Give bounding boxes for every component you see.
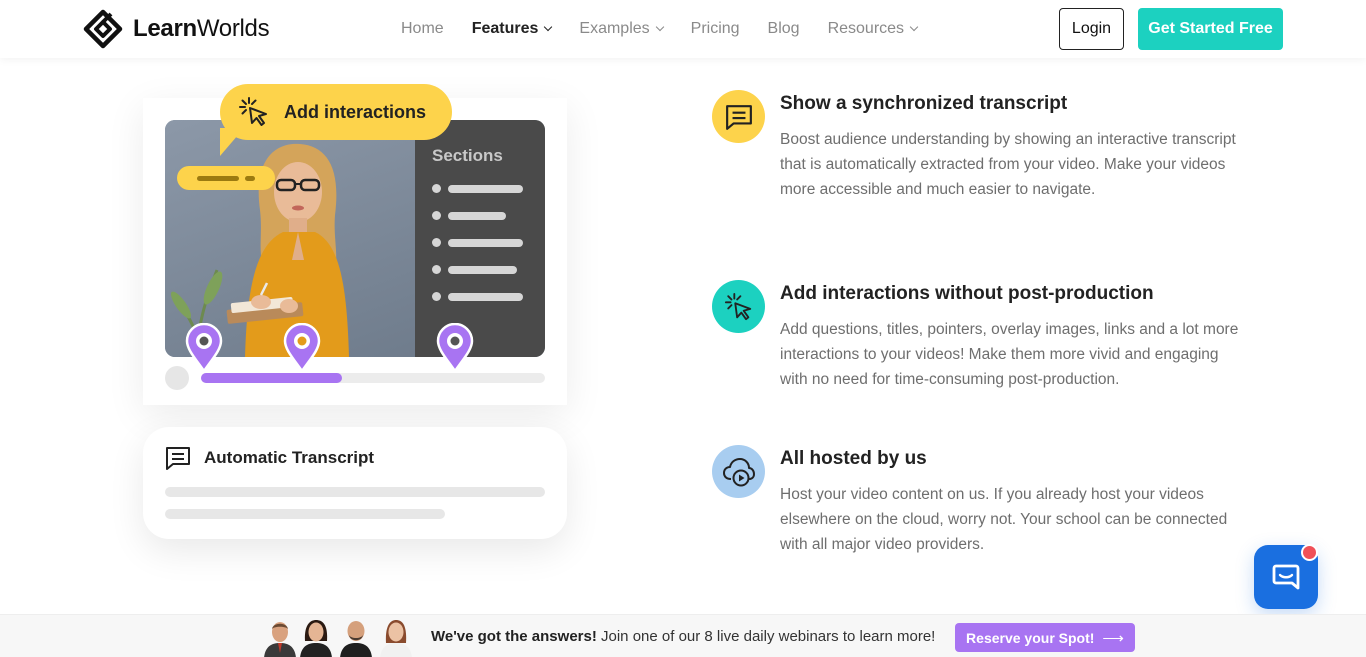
cloud-video-icon — [722, 457, 755, 486]
chat-icon — [1272, 564, 1300, 590]
automatic-transcript-card: Automatic Transcript — [143, 427, 567, 539]
avatar — [264, 622, 296, 657]
section-item[interactable] — [432, 292, 523, 301]
cursor-click-icon — [239, 97, 267, 126]
add-interactions-bubble: Add interactions — [220, 84, 452, 140]
site-header: LearnWorlds Home Features Examples Prici… — [0, 0, 1366, 58]
cursor-click-icon — [724, 292, 751, 320]
feature-icon-circle — [712, 445, 765, 498]
transcript-line — [165, 487, 545, 497]
transcript-title: Automatic Transcript — [204, 448, 375, 467]
chevron-down-icon — [544, 22, 553, 32]
nav-item-pricing[interactable]: Pricing — [691, 20, 740, 38]
webinar-banner: We've got the answers! Join one of our 8… — [0, 614, 1366, 657]
section-item[interactable] — [432, 211, 506, 220]
notification-badge — [1301, 544, 1318, 561]
transcript-icon — [166, 447, 190, 470]
banner-text: We've got the answers! Join one of our 8… — [431, 628, 936, 645]
nav-item-examples[interactable]: Examples — [579, 20, 664, 38]
marker-pin-icon[interactable] — [185, 323, 223, 373]
feature-all-hosted: All hosted by us Host your video content… — [712, 445, 1272, 570]
feature-icon-circle — [712, 90, 765, 143]
brand-name: LearnWorlds — [133, 15, 270, 42]
chevron-down-icon — [909, 22, 919, 32]
video-progress-fill — [201, 373, 343, 383]
feature-title: Add interactions without post-production — [780, 283, 1154, 304]
sections-title: Sections — [432, 146, 503, 165]
reserve-spot-button[interactable]: Reserve your Spot! ⟶ — [955, 623, 1135, 652]
feature-add-interactions: Add interactions without post-production… — [712, 280, 1272, 405]
section-item[interactable] — [432, 184, 523, 193]
feature-icon-circle — [712, 280, 765, 333]
marker-pin-icon[interactable] — [283, 323, 321, 373]
nav-item-blog[interactable]: Blog — [768, 20, 800, 38]
section-item[interactable] — [432, 265, 517, 274]
overlay-tag[interactable] — [177, 166, 275, 190]
feature-title: Show a synchronized transcript — [780, 93, 1068, 114]
transcript-header: Automatic Transcript — [165, 445, 374, 471]
presenter-avatars — [262, 615, 418, 657]
main-nav: Home Features Examples Pricing Blog Reso… — [401, 18, 945, 40]
feature-description: Boost audience understanding by showing … — [780, 131, 1236, 198]
video-progress-bar[interactable] — [201, 373, 545, 383]
avatar — [340, 621, 372, 657]
brand-logo[interactable]: LearnWorlds — [83, 9, 270, 49]
nav-item-home[interactable]: Home — [401, 20, 444, 38]
nav-item-features[interactable]: Features — [472, 20, 553, 38]
avatar — [380, 620, 412, 657]
transcript-line — [165, 509, 445, 519]
feature-synchronized-transcript: Show a synchronized transcript Boost aud… — [712, 90, 1272, 240]
feature-description: Add questions, titles, pointers, overlay… — [780, 321, 1239, 388]
feature-title: All hosted by us — [780, 448, 927, 469]
arrow-right-icon: ⟶ — [1102, 629, 1124, 647]
learnworlds-logo-icon — [83, 9, 123, 49]
marker-pin-icon[interactable] — [436, 323, 474, 373]
transcript-icon — [725, 104, 752, 130]
avatar — [300, 620, 332, 657]
section-item[interactable] — [432, 238, 523, 247]
login-button[interactable]: Login — [1059, 8, 1124, 50]
chevron-down-icon — [655, 22, 664, 32]
feature-description: Host your video content on us. If you al… — [780, 486, 1228, 553]
page: LearnWorlds Home Features Examples Prici… — [0, 0, 1366, 657]
presenter-illustration — [170, 143, 349, 357]
nav-item-resources[interactable]: Resources — [828, 20, 919, 38]
add-interactions-label: Add interactions — [284, 101, 427, 122]
get-started-button[interactable]: Get Started Free — [1138, 8, 1283, 50]
sections-panel: Sections — [415, 120, 545, 357]
video-thumbnail — [165, 120, 415, 357]
